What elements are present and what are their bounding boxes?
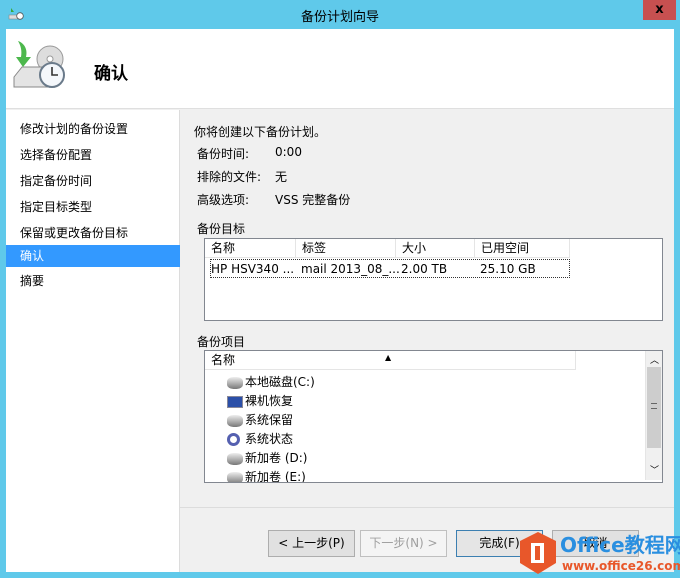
step-backup-config[interactable]: 选择备份配置 <box>6 144 180 166</box>
list-item[interactable]: 裸机恢复 <box>227 392 293 411</box>
drive-icon <box>227 414 243 427</box>
wizard-body: 确认 修改计划的备份设置 选择备份配置 指定备份时间 指定目标类型 保留或更改备… <box>6 29 674 572</box>
drive-icon <box>227 376 243 389</box>
header: 确认 <box>6 29 674 109</box>
cell-size: 2.00 TB <box>401 262 448 276</box>
item-label: 本地磁盘(C:) <box>245 375 315 389</box>
column-header-name[interactable]: 名称 ▲ <box>205 351 576 370</box>
scroll-down-icon[interactable]: ﹀ <box>650 463 659 476</box>
window-title: 备份计划向导 <box>300 10 379 25</box>
cell-label: mail 2013_08_... <box>301 262 400 276</box>
cell-used: 25.10 GB <box>480 262 536 276</box>
excluded-files-label: 排除的文件: <box>197 170 262 184</box>
cell-name: HP HSV340 ... <box>211 262 295 276</box>
step-backup-time[interactable]: 指定备份时间 <box>6 170 180 192</box>
vertical-scrollbar[interactable]: ︿ ﹀ <box>645 351 662 480</box>
backup-time-value: 0:00 <box>275 145 302 159</box>
computer-icon <box>227 395 243 408</box>
previous-button[interactable]: < 上一步(P) <box>268 530 355 557</box>
backup-target-title: 备份目标 <box>197 222 246 236</box>
advanced-options-value: VSS 完整备份 <box>275 193 351 207</box>
backup-items-list[interactable]: 名称 ▲ 本地磁盘(C:) 裸机恢复 系统保留 系统状态 新加卷 (D:) 新加卷… <box>204 350 663 483</box>
item-label: 裸机恢复 <box>245 394 294 408</box>
step-backup-settings[interactable]: 修改计划的备份设置 <box>6 118 180 140</box>
column-header-name[interactable]: 名称 <box>205 239 296 258</box>
drive-icon <box>227 452 243 465</box>
backup-schedule-icon <box>13 41 65 88</box>
finish-button[interactable]: 完成(F) <box>456 530 543 557</box>
scrollbar-thumb[interactable] <box>647 367 661 448</box>
column-header-used[interactable]: 已用空间 <box>475 239 570 258</box>
close-button[interactable]: x <box>643 0 676 20</box>
step-backup-target[interactable]: 保留或更改备份目标 <box>6 222 180 244</box>
list-item[interactable]: 本地磁盘(C:) <box>227 373 315 392</box>
next-button[interactable]: 下一步(N) > <box>360 530 447 557</box>
backup-time-label: 备份时间: <box>197 147 250 161</box>
wizard-steps: 修改计划的备份设置 选择备份配置 指定备份时间 指定目标类型 保留或更改备份目标… <box>6 110 180 572</box>
sort-ascending-icon: ▲ <box>385 353 392 362</box>
page-title: 确认 <box>94 64 128 84</box>
step-target-type[interactable]: 指定目标类型 <box>6 196 180 218</box>
gear-icon <box>227 433 240 446</box>
column-header-label[interactable]: 标签 <box>296 239 396 258</box>
column-header-text: 名称 <box>211 353 236 367</box>
item-label: 系统状态 <box>245 432 294 446</box>
step-confirm[interactable]: 确认 <box>6 245 180 267</box>
list-item[interactable]: 系统保留 <box>227 411 293 430</box>
drive-icon <box>227 471 243 482</box>
backup-items-title: 备份项目 <box>197 335 246 349</box>
item-label: 新加卷 (D:) <box>245 451 308 465</box>
column-header-size[interactable]: 大小 <box>396 239 475 258</box>
footer-divider <box>180 507 674 508</box>
cancel-button[interactable]: 取消 <box>552 530 639 557</box>
item-label: 系统保留 <box>245 413 294 427</box>
scroll-up-icon[interactable]: ︿ <box>650 353 659 366</box>
backup-target-table[interactable]: 名称 标签 大小 已用空间 HP HSV340 ... mail 2013_08… <box>204 238 663 321</box>
item-label: 新加卷 (E:) <box>245 470 306 483</box>
list-item[interactable]: 新加卷 (E:) <box>227 468 306 483</box>
list-item[interactable]: 新加卷 (D:) <box>227 449 307 468</box>
intro-text: 你将创建以下备份计划。 <box>194 125 327 139</box>
title-bar: 备份计划向导 x <box>0 0 680 29</box>
advanced-options-label: 高级选项: <box>197 193 250 207</box>
grip-icon <box>651 403 657 409</box>
excluded-files-value: 无 <box>275 170 288 184</box>
step-summary[interactable]: 摘要 <box>6 270 180 292</box>
list-item[interactable]: 系统状态 <box>227 430 293 449</box>
